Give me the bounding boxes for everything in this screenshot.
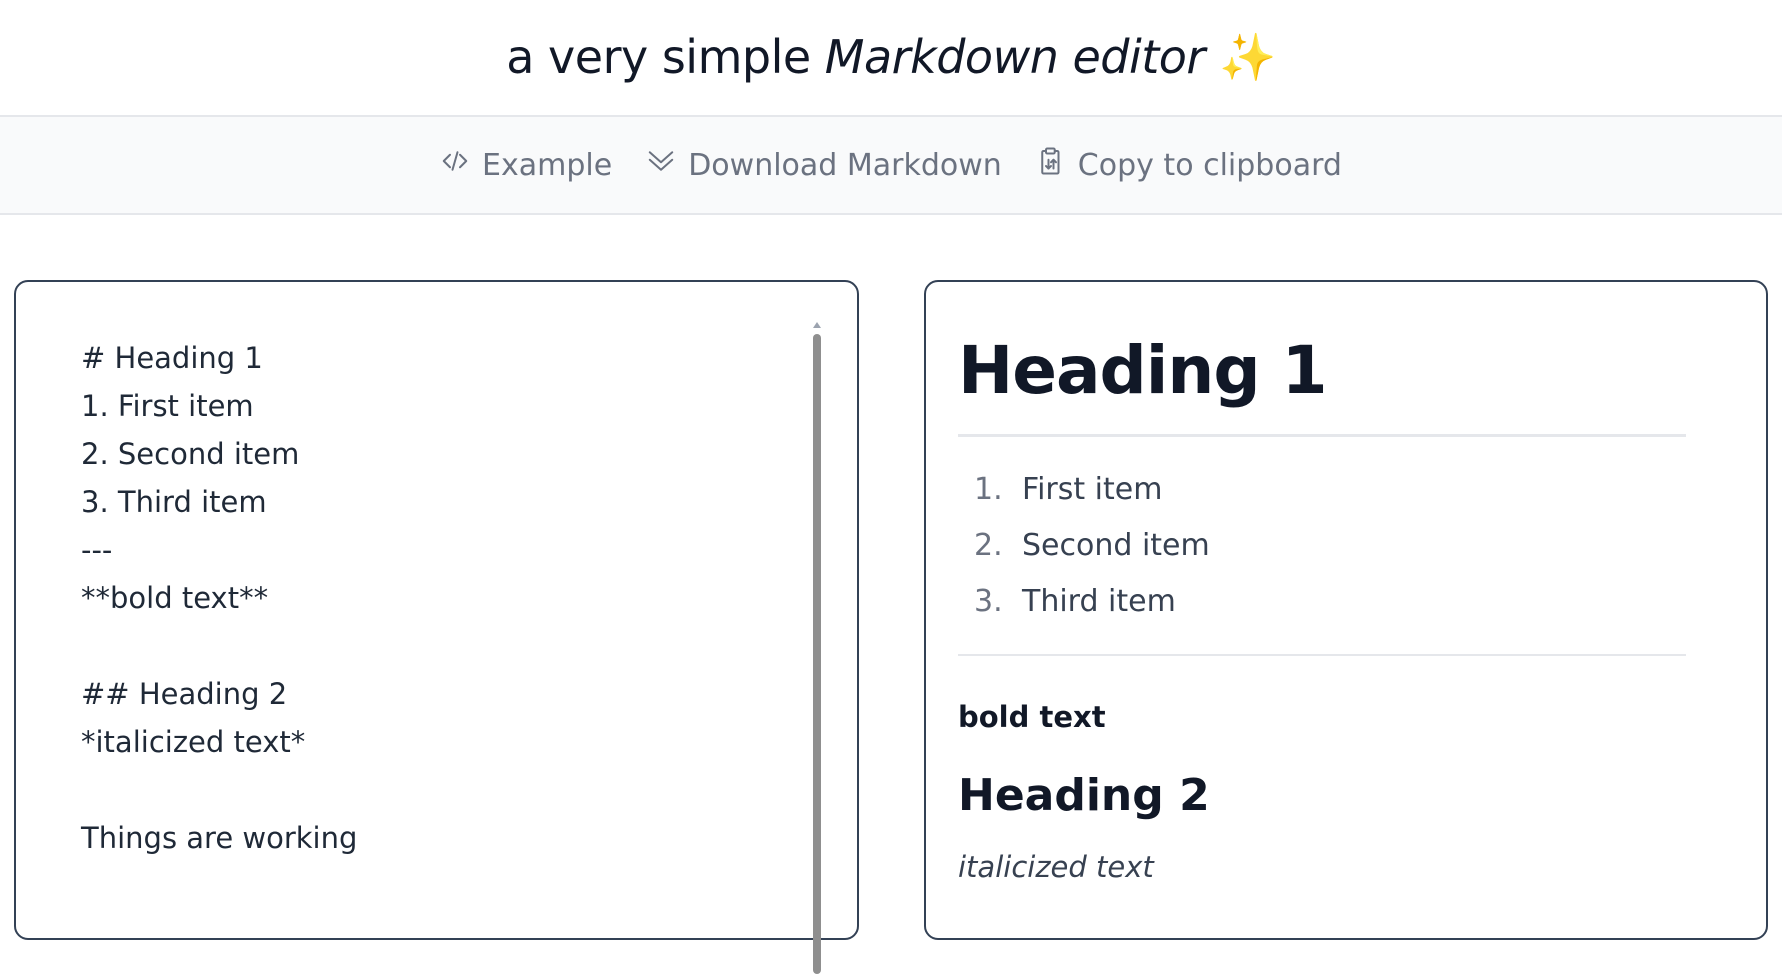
list-item: 3. Third item	[958, 574, 1686, 630]
page-title: a very simple Markdown editor ✨	[506, 30, 1276, 85]
editor-scrollbar[interactable]	[813, 322, 821, 974]
list-text: Second item	[1022, 528, 1210, 563]
app-header: a very simple Markdown editor ✨	[0, 0, 1782, 117]
list-number: 1.	[974, 472, 1003, 507]
horizontal-rule	[958, 654, 1686, 656]
clipboard-icon	[1036, 146, 1066, 184]
preview-italic-text: italicized text	[958, 850, 1154, 884]
toolbar: Example Download Markdown Copy to clipbo…	[0, 117, 1782, 215]
title-italic: Markdown editor	[824, 30, 1206, 84]
code-icon	[440, 146, 470, 184]
title-plain: a very simple	[506, 30, 825, 84]
sparkles-icon: ✨	[1218, 30, 1276, 84]
list-item: 1. First item	[958, 462, 1686, 518]
preview-heading-2: Heading 2	[958, 770, 1210, 821]
copy-to-clipboard-button[interactable]: Copy to clipboard	[1036, 146, 1342, 184]
markdown-preview: Heading 1 1. First item 2. Second item 3…	[924, 280, 1768, 940]
download-markdown-button[interactable]: Download Markdown	[646, 146, 1002, 184]
preview-ordered-list: 1. First item 2. Second item 3. Third it…	[958, 462, 1686, 630]
preview-bold-text: bold text	[958, 700, 1106, 734]
heading-underline	[958, 434, 1686, 437]
preview-heading-1: Heading 1	[958, 332, 1328, 409]
chevrons-down-icon	[646, 146, 676, 184]
example-label: Example	[482, 147, 613, 183]
list-number: 3.	[974, 584, 1003, 619]
list-text: First item	[1022, 472, 1163, 507]
example-button[interactable]: Example	[440, 146, 612, 184]
markdown-editor[interactable]: # Heading 1 1. First item 2. Second item…	[14, 280, 859, 974]
scrollbar-thumb[interactable]	[813, 334, 821, 974]
download-label: Download Markdown	[688, 147, 1002, 183]
list-text: Third item	[1022, 584, 1176, 619]
list-item: 2. Second item	[958, 518, 1686, 574]
list-number: 2.	[974, 528, 1003, 563]
copy-label: Copy to clipboard	[1077, 147, 1342, 183]
editor-textarea[interactable]: # Heading 1 1. First item 2. Second item…	[81, 334, 797, 862]
scroll-up-arrow-icon[interactable]	[813, 322, 821, 328]
